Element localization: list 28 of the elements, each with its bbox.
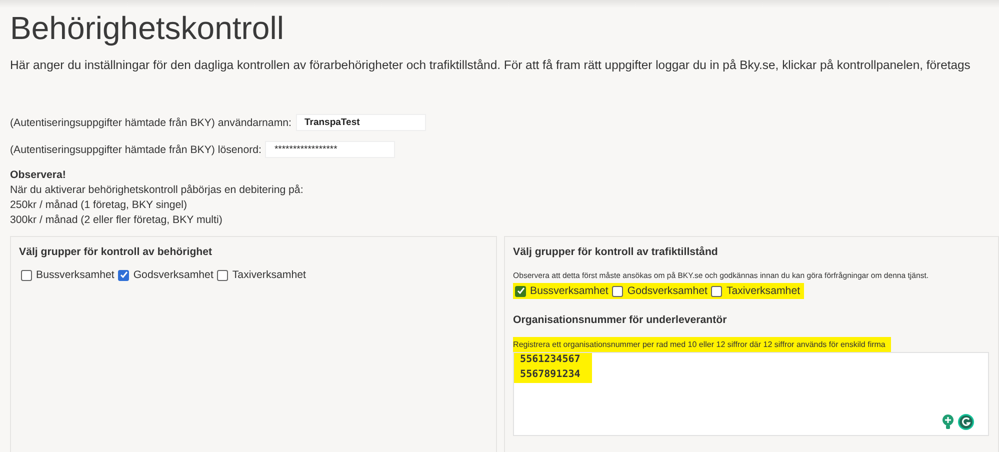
username-field[interactable]: TranspaTest (296, 114, 426, 131)
notice-text: När du aktiverar behörighetskontroll påbörjas en debitering på: (10, 183, 304, 198)
checkbox-label[interactable]: Bussverksamhet (530, 285, 608, 297)
field-label: (Autentiseringsuppgifter hämtade från BKY) lösenord: (10, 144, 262, 156)
hint-text: Registrera ett organisationsnummer per rad med 10 eller 12 siffror där 12 siffror används för enskild firma (513, 337, 892, 352)
page-description: Här anger du inställningar för den dagliga kontrollen av förarbehörigheter och trafiktillstånd. För att få fram rätt uppgifter loggar du in på Bky.se, klickar på kontrollpanelen, företags (10, 58, 970, 73)
checkbox[interactable] (118, 270, 130, 280)
checkbox[interactable] (21, 270, 32, 280)
password-field[interactable]: ***************** (265, 141, 396, 158)
checkbox-label[interactable]: Taxiverksamhet (726, 285, 800, 297)
checkbox[interactable] (217, 270, 228, 280)
textarea-field[interactable]: 5561234567 5567891234 (513, 352, 990, 436)
notice-text: 250kr / månad (1 företag, BKY singel) (10, 198, 188, 213)
checkbox[interactable] (612, 286, 624, 296)
panel-heading: Välj grupper för kontroll av trafiktillstånd (513, 245, 718, 259)
page-title: Behörighetskontroll (10, 9, 284, 48)
checkbox-label[interactable]: Taxiverksamhet (232, 269, 306, 281)
checkbox-label[interactable]: Godsverksamhet (627, 285, 708, 297)
field-label: (Autentiseringsuppgifter hämtade från BKY) användarnamn: (10, 116, 292, 128)
grammar-assistant-icon[interactable] (958, 414, 974, 430)
notice-text: 300kr / månad (2 eller fler företag, BKY multi) (10, 213, 222, 228)
checkbox-label[interactable]: Bussverksamhet (36, 269, 114, 281)
panel-heading: Välj grupper för kontroll av behörighet (19, 245, 212, 259)
section-heading: Organisationsnummer för underleverantör (513, 313, 727, 327)
checkbox[interactable] (515, 286, 526, 296)
checkbox-label[interactable]: Godsverksamhet (133, 269, 214, 281)
checkbox[interactable] (711, 286, 722, 296)
notice-heading: Observera! (10, 168, 66, 183)
